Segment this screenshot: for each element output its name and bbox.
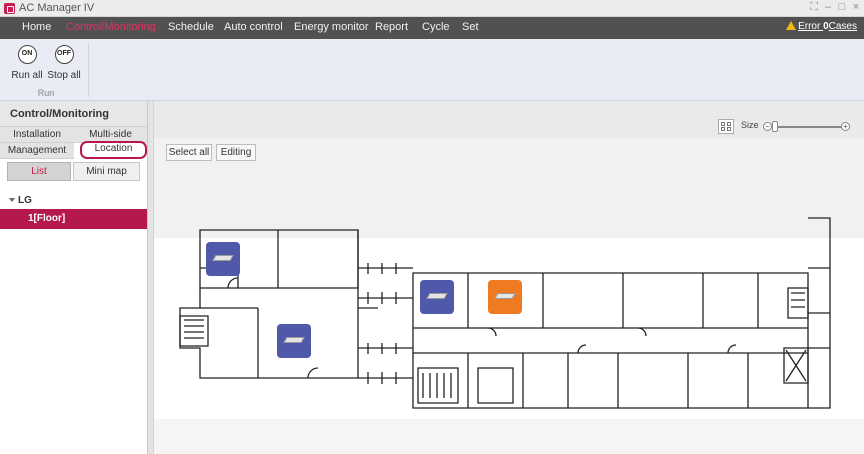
left-panel: Control/Monitoring Installation Multi-si… (0, 101, 148, 454)
menu-report[interactable]: Report (375, 21, 408, 33)
ceiling-cassette-icon (212, 255, 234, 261)
power-off-icon: OFF (54, 45, 74, 64)
maximize-icon[interactable]: □ (836, 1, 848, 13)
minimize-icon[interactable]: – (822, 1, 834, 13)
panel-title: Control/Monitoring (10, 108, 109, 120)
ceiling-cassette-icon (494, 293, 516, 299)
tree-item-floor[interactable]: 1[Floor] (0, 209, 147, 229)
error-indicator[interactable]: Error 0Cases (786, 21, 857, 32)
error-suffix: Cases (828, 21, 857, 32)
ceiling-cassette-icon (426, 293, 448, 299)
menu-cycle[interactable]: Cycle (422, 21, 450, 33)
app-logo-icon (4, 3, 15, 14)
ribbon: ON Run all OFF Stop all Run (0, 39, 864, 101)
close-icon[interactable]: × (850, 1, 862, 13)
menu-home[interactable]: Home (22, 21, 51, 33)
expand-arrow-icon[interactable] (9, 198, 15, 202)
size-slider-thumb[interactable] (772, 121, 778, 132)
tree-root-lg[interactable]: LG (9, 195, 32, 206)
zoom-in-icon[interactable]: + (841, 122, 850, 131)
menu-control-monitoring[interactable]: Control/Monitoring (66, 21, 156, 33)
tree-root-label: LG (18, 195, 32, 206)
subtab-mini-map[interactable]: Mini map (73, 162, 140, 181)
run-all-button[interactable]: ON Run all (9, 43, 45, 85)
subtab-list[interactable]: List (7, 162, 71, 181)
size-label: Size (741, 120, 759, 130)
menu-energy-monitor[interactable]: Energy monitor (294, 21, 369, 33)
ceiling-cassette-icon (283, 337, 305, 343)
fullscreen-icon[interactable]: ⛶ (808, 1, 820, 14)
menu-set[interactable]: Set (462, 21, 479, 33)
menu-bar: Home Control/Monitoring Schedule Auto co… (0, 17, 864, 39)
ribbon-group-label: Run (37, 88, 55, 98)
editing-button[interactable]: Editing (216, 144, 256, 161)
tab-management[interactable]: Management (0, 143, 74, 159)
error-label: Error (798, 21, 824, 32)
tab-installation[interactable]: Installation (0, 127, 74, 143)
ac-unit-1[interactable] (206, 242, 240, 276)
ac-unit-3[interactable] (420, 280, 454, 314)
main-footer-stripe (154, 419, 864, 454)
warning-icon (786, 21, 797, 30)
menu-auto-control[interactable]: Auto control (224, 21, 283, 33)
app-title: AC Manager IV (19, 2, 95, 14)
menu-schedule[interactable]: Schedule (168, 21, 214, 33)
grid-view-icon[interactable] (718, 119, 734, 134)
stop-all-label: Stop all (47, 70, 81, 81)
stop-all-button[interactable]: OFF Stop all (46, 43, 82, 85)
ribbon-separator (88, 43, 89, 97)
zoom-out-icon[interactable]: − (763, 122, 772, 131)
ac-unit-4[interactable] (488, 280, 522, 314)
size-slider-track[interactable] (772, 126, 842, 128)
select-all-button[interactable]: Select all (166, 144, 212, 161)
power-on-icon: ON (17, 45, 37, 64)
ac-unit-2[interactable] (277, 324, 311, 358)
run-all-label: Run all (11, 70, 43, 81)
panel-header: Control/Monitoring (0, 101, 147, 127)
title-bar: AC Manager IV ⛶ – □ × (0, 0, 864, 17)
tab-location[interactable]: Location (80, 141, 147, 159)
